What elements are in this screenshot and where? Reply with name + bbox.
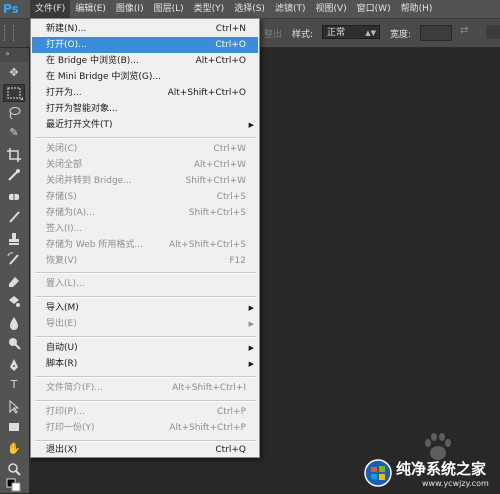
menu-separator: [35, 376, 256, 378]
menu-item-open[interactable]: 打开(O)... Ctrl+O: [32, 37, 258, 53]
menu-type[interactable]: 类型(Y): [189, 0, 230, 18]
submenu-arrow-icon: ▶: [248, 304, 254, 312]
menu-item-open-as[interactable]: 打开为... Alt+Shift+Ctrl+O: [32, 85, 258, 101]
menu-item-save-for-web[interactable]: 存储为 Web 所用格式... Alt+Shift+Ctrl+S: [32, 237, 258, 253]
menu-window[interactable]: 窗口(W): [352, 0, 396, 18]
type-tool-icon[interactable]: T: [3, 376, 25, 394]
menu-help[interactable]: 帮助(H): [396, 0, 438, 18]
style-select[interactable]: 正常 ▲▼: [322, 25, 380, 39]
submenu-arrow-icon: ▶: [248, 344, 254, 352]
menu-item-print[interactable]: 打印(P)... Ctrl+P: [32, 404, 258, 420]
quick-selection-tool-icon[interactable]: ✎: [3, 124, 25, 142]
menu-item-scripts[interactable]: 脚本(R) ▶: [32, 356, 258, 372]
eraser-tool-icon[interactable]: [3, 272, 25, 290]
menu-item-revert[interactable]: 恢复(V) F12: [32, 253, 258, 269]
menu-item-close-and-go-to-bridge[interactable]: 关闭并转到 Bridge... Shift+Ctrl+W: [32, 173, 258, 189]
path-selection-tool-icon[interactable]: [3, 398, 25, 416]
menu-item-browse-in-bridge[interactable]: 在 Bridge 中浏览(B)... Alt+Ctrl+O: [32, 53, 258, 69]
eyedropper-tool-icon[interactable]: [3, 166, 25, 184]
menu-file[interactable]: 文件(F): [30, 0, 71, 18]
style-label: 样式:: [292, 30, 314, 40]
menu-view[interactable]: 视图(V): [310, 0, 351, 18]
style-select-value: 正常: [327, 28, 346, 38]
menu-separator: [35, 400, 256, 402]
menu-item-import[interactable]: 导入(M) ▶: [32, 300, 258, 316]
menu-separator: [35, 137, 256, 139]
submenu-arrow-icon: ▶: [248, 121, 254, 129]
width-label: 宽度:: [390, 30, 412, 40]
menu-separator: [35, 336, 256, 338]
menu-item-file-info[interactable]: 文件简介(F)... Alt+Shift+Ctrl+I: [32, 380, 258, 396]
crop-tool-icon[interactable]: [3, 146, 25, 164]
menu-item-open-as-smart-object[interactable]: 打开为智能对象...: [32, 101, 258, 117]
menu-select[interactable]: 选择(S): [229, 0, 270, 18]
marquee-tool-icon[interactable]: [3, 84, 25, 102]
menu-bar: Ps 文件(F) 编辑(E) 图像(I) 图层(L) 类型(Y) 选择(S) 滤…: [0, 0, 500, 19]
options-faded-label: 整出: [264, 30, 283, 40]
tools-panel-header[interactable]: »: [0, 48, 29, 63]
submenu-arrow-icon: ▶: [248, 320, 254, 328]
move-tool-icon[interactable]: ✥: [3, 64, 25, 82]
menu-item-place[interactable]: 置入(L)...: [32, 276, 258, 292]
rectangle-tool-icon[interactable]: [3, 418, 25, 436]
history-brush-tool-icon[interactable]: [3, 250, 25, 268]
menu-item-export[interactable]: 导出(E) ▶: [32, 316, 258, 332]
dodge-tool-icon[interactable]: [3, 334, 25, 352]
hand-tool-icon[interactable]: ✋: [3, 440, 25, 458]
menu-layer[interactable]: 图层(L): [149, 0, 189, 18]
file-menu-dropdown: 新建(N)... Ctrl+N 打开(O)... Ctrl+O 在 Bridge 中…: [30, 18, 260, 458]
brush-tool-icon[interactable]: [3, 208, 25, 226]
menu-item-save[interactable]: 存储(S) Ctrl+S: [32, 189, 258, 205]
watermark-url: www.ycwjzy.com: [422, 479, 489, 488]
menu-item-close[interactable]: 关闭(C) Ctrl+W: [32, 141, 258, 157]
menu-item-check-in[interactable]: 签入(I)...: [32, 221, 258, 237]
menu-separator: [35, 296, 256, 298]
options-grip[interactable]: [4, 25, 14, 41]
menu-filter[interactable]: 滤镜(T): [270, 0, 311, 18]
menu-image[interactable]: 图像(I): [111, 0, 149, 18]
width-input[interactable]: [420, 25, 452, 41]
site-watermark: 纯净系统之家 www.ycwjzy.com: [360, 455, 500, 493]
menu-item-open-recent[interactable]: 最近打开文件(T) ▶: [32, 117, 258, 133]
gradient-tool-icon[interactable]: [3, 292, 25, 310]
healing-brush-tool-icon[interactable]: [3, 188, 25, 206]
menu-item-print-one-copy[interactable]: 打印一份(Y) Alt+Shift+Ctrl+P: [32, 420, 258, 436]
watermark-title: 纯净系统之家: [396, 460, 487, 478]
windows-logo-icon: [364, 459, 392, 487]
menu-item-save-as[interactable]: 存储为(A)... Shift+Ctrl+S: [32, 205, 258, 221]
menu-item-new[interactable]: 新建(N)... Ctrl+N: [32, 21, 258, 37]
photoshop-logo: Ps: [3, 2, 19, 16]
tools-panel: ✥ ✎ T ✋: [0, 62, 30, 493]
blur-tool-icon[interactable]: [3, 314, 25, 332]
menu-item-close-all[interactable]: 关闭全部 Alt+Ctrl+W: [32, 157, 258, 173]
clone-stamp-tool-icon[interactable]: [3, 230, 25, 248]
lasso-tool-icon[interactable]: [3, 104, 25, 122]
menu-list: 文件(F) 编辑(E) 图像(I) 图层(L) 类型(Y) 选择(S) 滤镜(T…: [30, 0, 437, 18]
pen-tool-icon[interactable]: [3, 356, 25, 374]
menu-item-automate[interactable]: 自动(U) ▶: [32, 340, 258, 356]
select-arrows-icon: ▲▼: [365, 29, 376, 37]
menu-separator: [35, 272, 256, 274]
color-swatches-icon[interactable]: [3, 476, 25, 494]
menu-edit[interactable]: 编辑(E): [70, 0, 111, 18]
collapse-chevron-icon[interactable]: »: [5, 49, 10, 58]
swap-icon[interactable]: ⇄: [460, 25, 468, 36]
height-input[interactable]: [486, 25, 500, 39]
menu-item-browse-in-mini-bridge[interactable]: 在 Mini Bridge 中浏览(G)...: [32, 69, 258, 85]
menu-item-exit[interactable]: 退出(X) Ctrl+Q: [32, 442, 258, 458]
submenu-arrow-icon: ▶: [248, 360, 254, 368]
